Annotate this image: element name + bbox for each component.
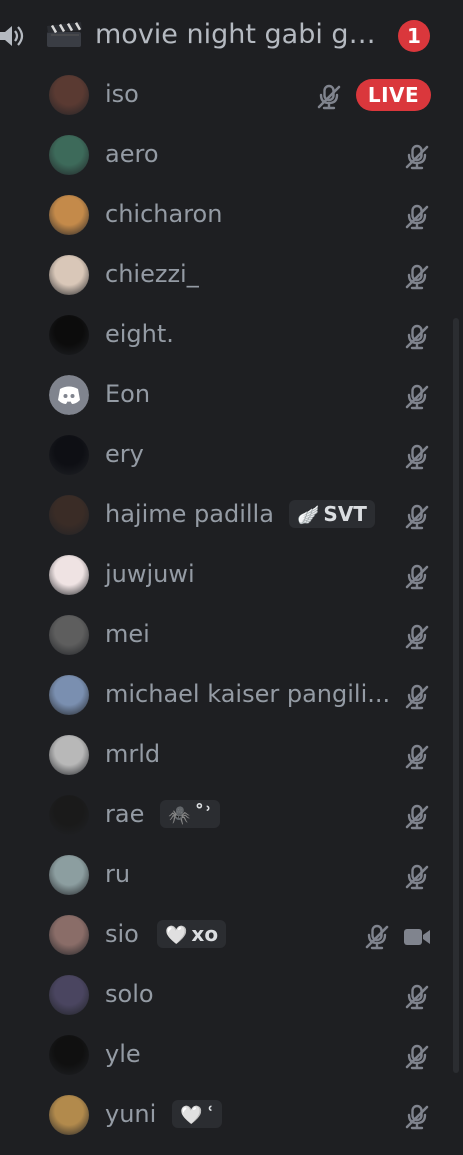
tag-text: SVT: [323, 502, 367, 526]
voice-user-row[interactable]: aero: [0, 126, 463, 186]
username: iso: [105, 80, 139, 108]
avatar[interactable]: [49, 855, 89, 895]
username: hajime padilla: [105, 500, 274, 528]
username: rae: [105, 800, 145, 828]
voice-user-row[interactable]: eight.: [0, 306, 463, 366]
username: eight.: [105, 320, 174, 348]
username: yle: [105, 1040, 141, 1068]
deafened-mic-icon: [403, 203, 431, 231]
avatar[interactable]: [49, 435, 89, 475]
username: sio: [105, 920, 139, 948]
status-tag: 🤍 xo: [157, 920, 227, 948]
voice-user-row[interactable]: chiezzi_: [0, 246, 463, 306]
mention-badge: 1: [398, 20, 430, 52]
deafened-mic-icon: [403, 263, 431, 291]
status-tag: 🤍 ʿ: [172, 1100, 222, 1128]
voice-user-row[interactable]: ery: [0, 426, 463, 486]
username: mei: [105, 620, 150, 648]
live-badge[interactable]: LIVE: [356, 79, 431, 111]
deafened-mic-icon: [403, 443, 431, 471]
avatar[interactable]: [49, 555, 89, 595]
voice-user-row[interactable]: sio 🤍 xo: [0, 906, 463, 966]
deafened-mic-icon: [363, 923, 391, 951]
voice-user-row[interactable]: solo: [0, 966, 463, 1026]
voice-user-row[interactable]: yuni 🤍 ʿ: [0, 1086, 463, 1146]
deafened-mic-icon: [403, 863, 431, 891]
deafened-mic-icon: [315, 83, 343, 111]
voice-user-row[interactable]: rae 🕷️ ˚ʾ: [0, 786, 463, 846]
avatar[interactable]: [49, 315, 89, 355]
tag-emoji: 🤍: [180, 1105, 203, 1126]
deafened-mic-icon: [403, 1103, 431, 1131]
username: mrld: [105, 740, 161, 768]
voice-user-row[interactable]: michael kaiser pangili...: [0, 666, 463, 726]
tag-emoji: 🕷️: [168, 805, 191, 826]
avatar[interactable]: [49, 735, 89, 775]
avatar[interactable]: [49, 135, 89, 175]
deafened-mic-icon: [403, 743, 431, 771]
voice-user-row[interactable]: Eon: [0, 366, 463, 426]
username: yuni: [105, 1100, 157, 1128]
status-tag: 🪽 SVT: [289, 500, 375, 528]
deafened-mic-icon: [403, 623, 431, 651]
voice-user-row[interactable]: juwjuwi: [0, 546, 463, 606]
avatar[interactable]: [49, 255, 89, 295]
avatar[interactable]: [49, 495, 89, 535]
username: chiezzi_: [105, 260, 199, 288]
voice-user-row[interactable]: ru: [0, 846, 463, 906]
avatar[interactable]: [49, 675, 89, 715]
avatar[interactable]: [49, 915, 89, 955]
avatar[interactable]: [49, 1035, 89, 1075]
avatar[interactable]: [49, 795, 89, 835]
avatar[interactable]: [49, 195, 89, 235]
channel-name: movie night gabi ga...: [95, 19, 385, 50]
avatar[interactable]: [49, 1095, 89, 1135]
username: Eon: [105, 380, 151, 408]
deafened-mic-icon: [403, 1043, 431, 1071]
username: juwjuwi: [105, 560, 195, 588]
deafened-mic-icon: [403, 143, 431, 171]
status-tag: 🕷️ ˚ʾ: [160, 800, 220, 828]
tag-emoji: 🪽: [297, 505, 320, 526]
deafened-mic-icon: [403, 983, 431, 1011]
voice-user-row[interactable]: chicharon: [0, 186, 463, 246]
username: ery: [105, 440, 144, 468]
tag-text: xo: [191, 922, 219, 946]
username: aero: [105, 140, 159, 168]
tag-text: ˚ʾ: [194, 802, 212, 826]
tag-emoji: 🤍: [165, 925, 188, 946]
voice-user-list: iso LIVE aero chicharon chiezzi_ eight. Eon ery…: [0, 66, 463, 1146]
deafened-mic-icon: [403, 503, 431, 531]
voice-user-row[interactable]: iso LIVE: [0, 66, 463, 126]
username: ru: [105, 860, 131, 888]
deafened-mic-icon: [403, 563, 431, 591]
tag-text: ʿ: [206, 1102, 214, 1126]
voice-user-row[interactable]: mrld: [0, 726, 463, 786]
voice-channel-panel: movie night gabi ga... 1 iso LIVE aero chic…: [0, 0, 463, 1155]
deafened-mic-icon: [403, 323, 431, 351]
username: solo: [105, 980, 154, 1008]
username: michael kaiser pangili...: [105, 680, 391, 708]
video-camera-icon: [403, 926, 431, 948]
deafened-mic-icon: [403, 683, 431, 711]
avatar[interactable]: [49, 75, 89, 115]
avatar[interactable]: [49, 375, 89, 415]
deafened-mic-icon: [403, 803, 431, 831]
voice-user-row[interactable]: yle: [0, 1026, 463, 1086]
voice-user-row[interactable]: mei: [0, 606, 463, 666]
avatar[interactable]: [49, 975, 89, 1015]
speaker-icon: [0, 26, 24, 46]
deafened-mic-icon: [403, 383, 431, 411]
clapperboard-icon: [47, 22, 82, 47]
voice-channel[interactable]: movie night gabi ga... 1: [0, 10, 463, 60]
voice-user-row[interactable]: hajime padilla 🪽 SVT: [0, 486, 463, 546]
avatar[interactable]: [49, 615, 89, 655]
scrollbar[interactable]: [453, 318, 459, 1073]
username: chicharon: [105, 200, 223, 228]
